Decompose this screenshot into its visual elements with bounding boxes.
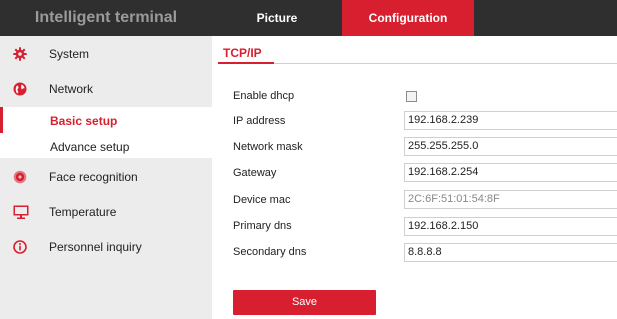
section-divider-accent <box>218 62 274 64</box>
sidebar-item-label: Network <box>49 82 94 96</box>
sidebar: System Network Basic setup Advance setup… <box>0 36 212 319</box>
info-icon <box>13 240 27 254</box>
section-title: TCP/IP <box>223 46 262 60</box>
device-mac-field: 2C:6F:51:01:54:8F <box>404 190 617 209</box>
monitor-icon <box>13 205 29 219</box>
secondary-dns-field[interactable]: 8.8.8.8 <box>404 243 617 262</box>
network-mask-label: Network mask <box>233 141 303 153</box>
content-panel: TCP/IP Enable dhcp IP address 192.168.2.… <box>212 36 617 319</box>
sidebar-item-system[interactable]: System <box>0 36 212 71</box>
sidebar-item-label: System <box>49 47 90 61</box>
primary-dns-field[interactable]: 192.168.2.150 <box>404 217 617 236</box>
sidebar-subitem-label: Advance setup <box>50 140 130 154</box>
tab-configuration[interactable]: Configuration <box>342 0 474 36</box>
top-bar: Intelligent terminal Picture Configurati… <box>0 0 617 36</box>
network-mask-field[interactable]: 255.255.255.0 <box>404 137 617 156</box>
save-button[interactable]: Save <box>233 290 376 315</box>
primary-dns-label: Primary dns <box>233 220 292 232</box>
ip-address-field[interactable]: 192.168.2.239 <box>404 111 617 130</box>
globe-icon <box>13 82 27 96</box>
enable-dhcp-label: Enable dhcp <box>233 90 295 102</box>
sidebar-item-temperature[interactable]: Temperature <box>0 194 212 229</box>
enable-dhcp-checkbox[interactable] <box>406 91 417 102</box>
sidebar-item-network[interactable]: Network <box>0 71 212 106</box>
sidebar-item-label: Temperature <box>49 205 117 219</box>
sidebar-item-label: Face recognition <box>49 170 138 184</box>
ip-address-label: IP address <box>233 115 286 127</box>
sidebar-item-personnel-inquiry[interactable]: Personnel inquiry <box>0 229 212 264</box>
section-divider <box>218 63 617 64</box>
sidebar-subitem-label: Basic setup <box>50 114 118 128</box>
gear-icon <box>13 47 27 61</box>
camera-icon <box>13 170 27 184</box>
secondary-dns-label: Secondary dns <box>233 246 307 258</box>
gateway-field[interactable]: 192.168.2.254 <box>404 163 617 182</box>
sidebar-subitem-basic-setup[interactable]: Basic setup <box>0 107 212 133</box>
brand-title: Intelligent terminal <box>34 9 178 26</box>
gateway-label: Gateway <box>233 167 277 179</box>
tab-picture[interactable]: Picture <box>212 0 342 36</box>
device-mac-label: Device mac <box>233 194 291 206</box>
sidebar-item-face-recognition[interactable]: Face recognition <box>0 159 212 194</box>
sidebar-subitem-advance-setup[interactable]: Advance setup <box>0 133 212 158</box>
sidebar-item-label: Personnel inquiry <box>49 240 142 254</box>
